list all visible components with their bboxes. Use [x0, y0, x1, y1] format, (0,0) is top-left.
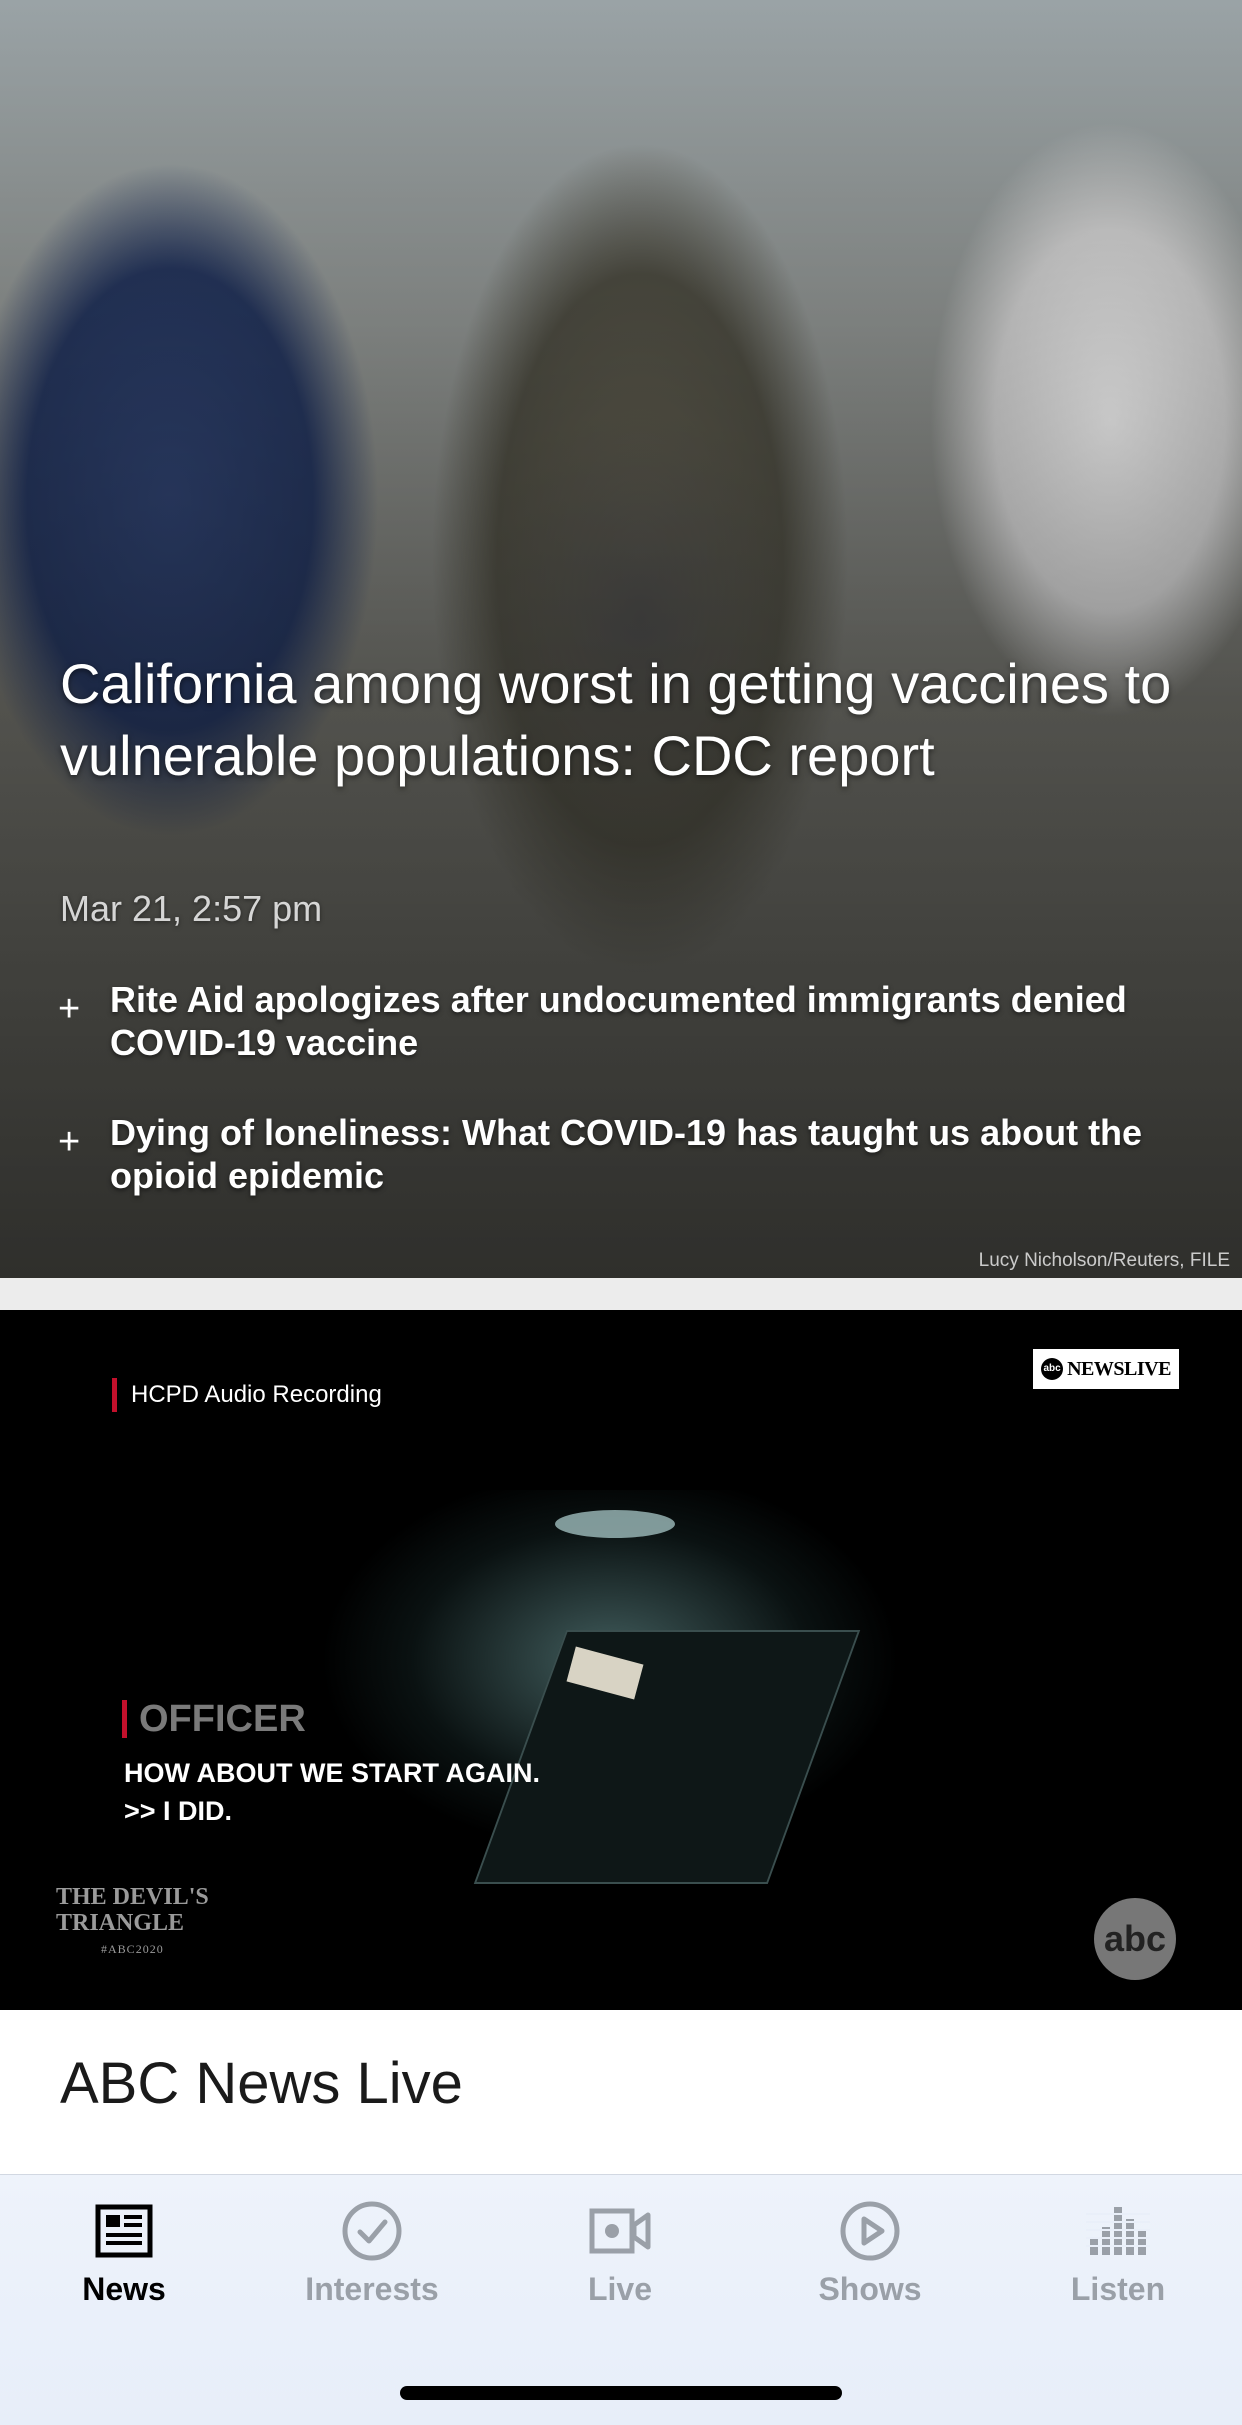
related-story-1-title[interactable]: Rite Aid apologizes after undocumented i…: [110, 978, 1190, 1064]
equalizer-icon: [1086, 2207, 1150, 2255]
hero-timestamp: Mar 21, 2:57 pm: [60, 888, 323, 929]
speaker-label: OFFICER: [122, 1700, 306, 1738]
tab-news-label: News: [82, 2271, 166, 2307]
home-indicator[interactable]: [400, 2386, 842, 2400]
tab-news[interactable]: News: [0, 2199, 248, 2309]
tab-listen-label: Listen: [1070, 2271, 1166, 2307]
recording-label: HCPD Audio Recording: [112, 1378, 382, 1412]
newspaper-icon: [95, 2204, 153, 2258]
show-logo-tag: #ABC2020: [101, 1942, 164, 1956]
hero-headline[interactable]: California among worst in getting vaccin…: [60, 648, 1200, 792]
tab-live[interactable]: Live: [496, 2199, 744, 2309]
network-badge-text: NEWSLIVE: [1067, 1357, 1171, 1380]
tab-shows[interactable]: Shows: [746, 2199, 994, 2309]
live-video-player[interactable]: HCPD Audio Recording abc NEWSLIVE OFFICE…: [0, 1310, 1242, 2010]
hero-story-card[interactable]: California among worst in getting vaccin…: [0, 0, 1242, 1278]
abc-news-live-badge: abc NEWSLIVE: [1033, 1349, 1179, 1389]
section-title: ABC News Live: [60, 2051, 463, 2116]
play-circle-icon: [840, 2201, 900, 2261]
abc-logo-icon: abc: [1041, 1358, 1064, 1380]
tab-listen[interactable]: Listen: [994, 2199, 1242, 2309]
related-story-2-title[interactable]: Dying of loneliness: What COVID-19 has t…: [110, 1111, 1190, 1197]
tab-live-label: Live: [587, 2271, 653, 2307]
tab-shows-label: Shows: [818, 2271, 922, 2307]
photo-credit: Lucy Nicholson/Reuters, FILE: [978, 1250, 1230, 1271]
section-divider: [0, 1278, 1242, 1310]
checkmark-circle-icon: [342, 2201, 402, 2261]
tab-interests-label: Interests: [305, 2271, 439, 2307]
hero-photo-shade: [0, 0, 1242, 1278]
abc-channel-bug: abc: [1094, 1898, 1176, 1980]
video-scene-lamp: [555, 1510, 675, 1538]
plus-icon: +: [58, 1121, 81, 1163]
video-camera-icon: [589, 2208, 651, 2254]
show-logo-line-1: THE DEVIL'S: [56, 1884, 209, 1910]
show-logo-line-2: TRIANGLE: [56, 1910, 185, 1936]
tab-interests[interactable]: Interests: [248, 2199, 496, 2309]
plus-icon: +: [58, 988, 81, 1030]
show-logo: THE DEVIL'S TRIANGLE #ABC2020: [56, 1884, 209, 1962]
caption-line-2: >> I DID.: [124, 1796, 233, 1826]
caption-line-1: HOW ABOUT WE START AGAIN.: [124, 1758, 540, 1788]
closed-caption: HOW ABOUT WE START AGAIN. >> I DID.: [124, 1754, 540, 1830]
